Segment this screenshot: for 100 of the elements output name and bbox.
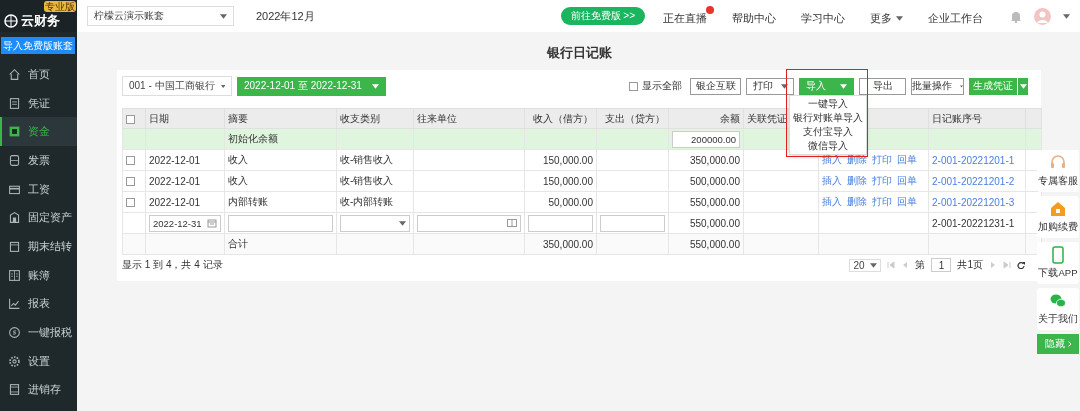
page-label: 第: [915, 258, 926, 272]
page-total: 共1页: [957, 258, 983, 272]
table-cell: 收入: [224, 170, 337, 192]
caret-icon: [371, 83, 379, 89]
receipt-icon: [8, 153, 21, 167]
row-checkbox[interactable]: [126, 177, 135, 187]
date-input[interactable]: 2022-12-31: [149, 214, 221, 232]
nav-link[interactable]: 学习中心: [801, 6, 852, 26]
side-widget[interactable]: 关于我们: [1037, 288, 1079, 330]
side-widget[interactable]: 下载APP: [1037, 242, 1079, 284]
table-cell: 50,000.00: [524, 191, 597, 213]
bell-icon[interactable]: [1010, 9, 1022, 23]
table-cell: 550,000.00: [668, 191, 744, 213]
table-cell: 2022-12-01: [145, 149, 225, 171]
building-icon: [8, 211, 21, 225]
next-page-icon[interactable]: [989, 261, 997, 269]
table-cell: 550,000.00: [668, 212, 744, 234]
action-link[interactable]: 回单: [897, 154, 917, 165]
caret-icon: [896, 16, 903, 21]
table-cell: 150,000.00: [524, 170, 597, 192]
select-field[interactable]: [340, 214, 410, 232]
account-select[interactable]: 柠檬云演示账套: [87, 6, 234, 26]
split-caret-button[interactable]: [1018, 77, 1028, 95]
sidebar-item[interactable]: 凭证: [0, 88, 77, 118]
table-cell: 收-销售收入: [336, 149, 414, 171]
table-cell: 内部转账: [224, 191, 337, 213]
page-size-select[interactable]: 20: [849, 258, 882, 272]
action-link[interactable]: 打印: [872, 175, 892, 186]
action-link[interactable]: 回单: [897, 196, 917, 207]
row-checkbox[interactable]: [126, 156, 135, 166]
row-checkbox[interactable]: [126, 198, 135, 208]
menu-item[interactable]: 微信导入: [790, 138, 866, 153]
action-link[interactable]: 回单: [897, 175, 917, 186]
input-field[interactable]: [528, 214, 593, 232]
book-icon: [8, 268, 21, 282]
table-cell: 150,000.00: [524, 149, 597, 171]
balance-input[interactable]: 200000.00: [672, 130, 740, 148]
action-link[interactable]: 打印: [872, 154, 892, 165]
phone-icon: [1050, 246, 1066, 264]
dropdown-button[interactable]: 批量操作: [911, 77, 964, 95]
sidebar-item[interactable]: 报表: [0, 289, 77, 319]
nav-link[interactable]: 帮助中心: [732, 6, 783, 26]
table-cell: 收入: [224, 149, 337, 171]
last-page-icon[interactable]: [1003, 261, 1011, 269]
sidebar-item[interactable]: 首页: [0, 60, 77, 89]
first-page-icon[interactable]: [887, 261, 896, 269]
table-cell: 500,000.00: [668, 170, 744, 192]
show-all-checkbox[interactable]: 显示全部: [629, 79, 682, 93]
input-field[interactable]: [417, 214, 521, 232]
clipboard-icon: [8, 383, 21, 397]
sidebar-item[interactable]: 设置: [0, 346, 77, 376]
action-link[interactable]: 插入: [822, 196, 842, 207]
page-input[interactable]: 1: [931, 258, 952, 272]
sidebar-item[interactable]: 一键报税: [0, 318, 77, 347]
calendar-icon: [8, 239, 21, 253]
column-header: 往来单位: [413, 108, 525, 129]
sidebar-item[interactable]: 固定资产: [0, 203, 77, 233]
sidebar-item[interactable]: 进销存: [0, 375, 77, 405]
nav-link[interactable]: 更多: [870, 6, 910, 26]
side-widget[interactable]: 专属客服: [1037, 150, 1079, 192]
sidebar-item[interactable]: 工资: [0, 174, 77, 204]
table-cell: 2022-12-01: [145, 191, 225, 213]
nav-link[interactable]: 正在直播: [663, 6, 714, 26]
action-link[interactable]: 插入: [822, 175, 842, 186]
sidebar-item[interactable]: 期末结转: [0, 232, 77, 261]
action-link[interactable]: 删除: [847, 175, 867, 186]
toolbar-button[interactable]: 银企互联: [690, 77, 741, 95]
sidebar-item[interactable]: 账簿: [0, 260, 77, 290]
side-widget[interactable]: 加购续费: [1037, 196, 1079, 238]
chevron-icon: [1067, 341, 1072, 347]
caret-icon: [780, 83, 788, 89]
caret-icon: [960, 83, 963, 89]
action-link[interactable]: 删除: [847, 196, 867, 207]
menu-item[interactable]: 一键导入: [790, 96, 866, 111]
chat-icon: [1050, 292, 1066, 310]
input-field[interactable]: [228, 214, 333, 232]
input-field[interactable]: [600, 214, 665, 232]
caret-icon: [1019, 83, 1027, 89]
calendar-icon: [207, 218, 217, 228]
nav-link[interactable]: 企业工作台: [928, 6, 990, 26]
edition-badge: 专业版: [44, 1, 76, 12]
table-cell: 收-销售收入: [336, 170, 414, 192]
sidebar-item[interactable]: 资金: [0, 117, 77, 147]
column-header: 收支类别: [336, 108, 414, 129]
logo-text: 云财务: [21, 13, 60, 28]
table-cell: 350,000.00: [668, 149, 744, 171]
house-icon: [1050, 200, 1066, 218]
column-header: 支出（贷方）: [596, 108, 669, 129]
previous-page-icon[interactable]: [901, 261, 910, 269]
action-link[interactable]: 打印: [872, 196, 892, 207]
column-header: 收入（借方）: [524, 108, 597, 129]
refresh-icon[interactable]: [1017, 261, 1025, 269]
bank-account-select[interactable]: 001 - 中国工商银行: [122, 76, 232, 96]
dropdown-button[interactable]: 打印: [746, 77, 794, 95]
caret-icon: [399, 220, 406, 226]
select-all-checkbox[interactable]: [126, 114, 135, 124]
sidebar-item[interactable]: 发票: [0, 146, 77, 175]
toolbar-button[interactable]: 导出: [859, 77, 906, 95]
table-cell: 收-内部转账: [336, 191, 414, 213]
avatar-icon[interactable]: [1034, 7, 1051, 25]
